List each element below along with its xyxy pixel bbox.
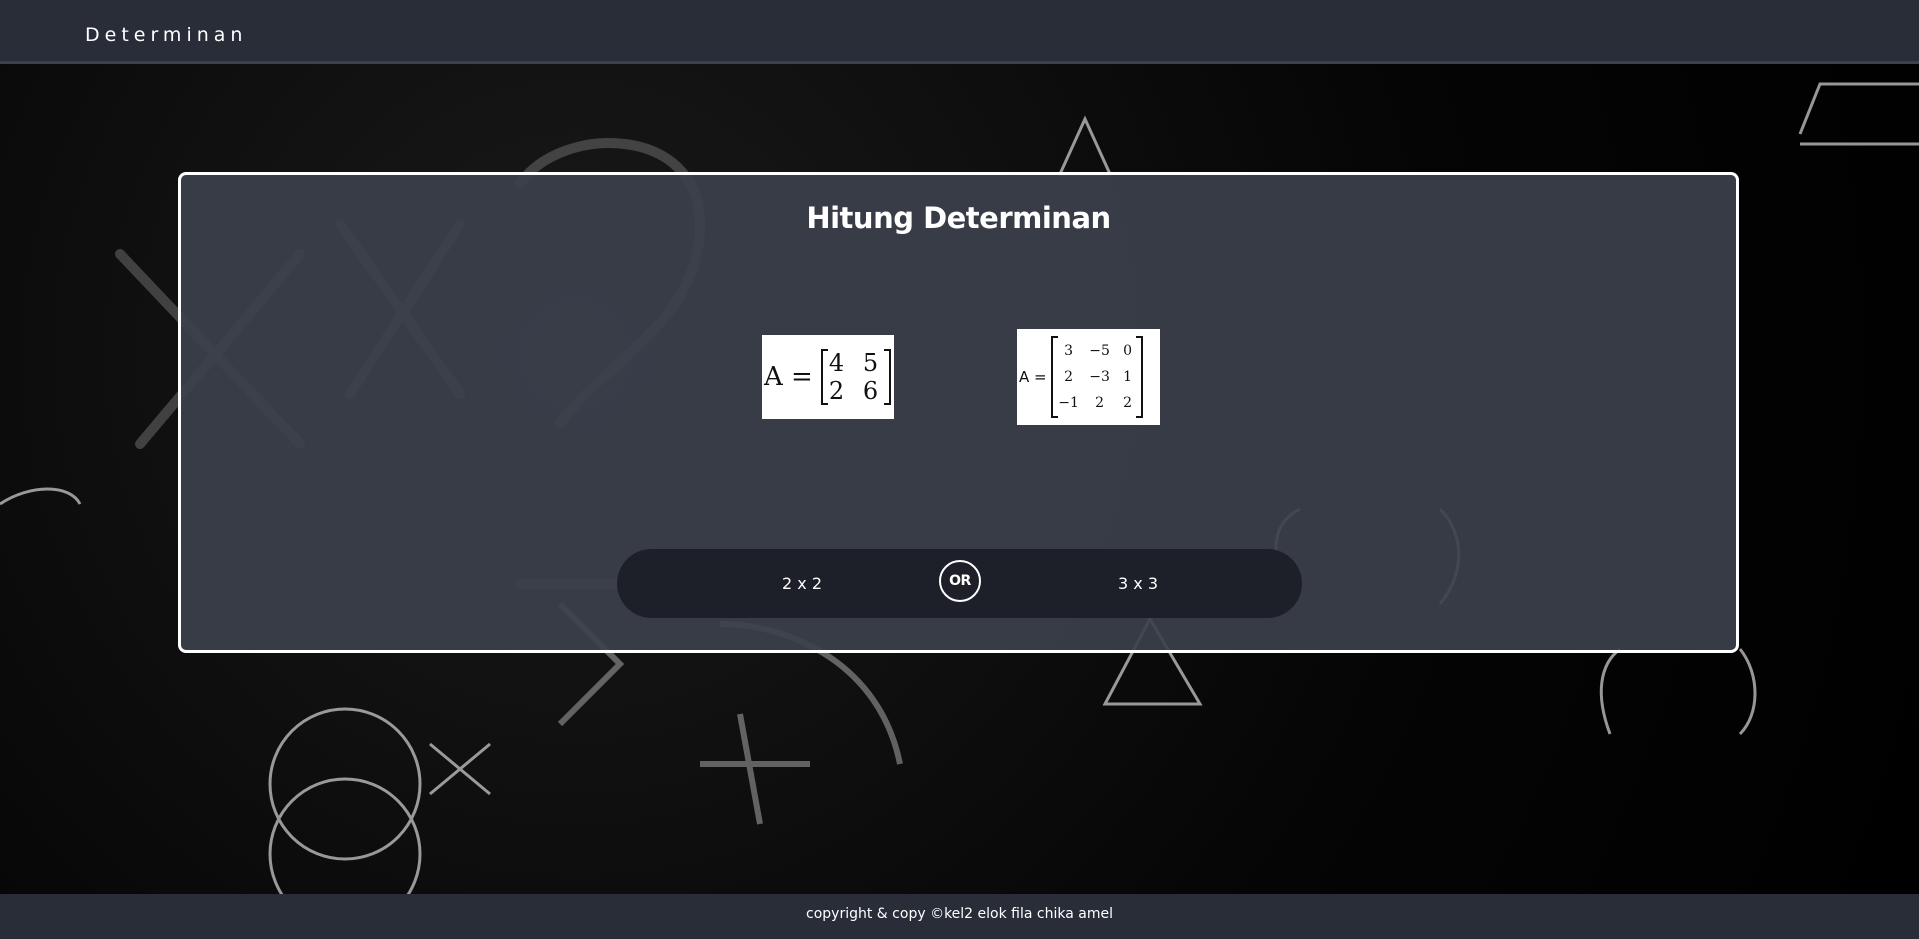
matrix-cell: 0: [1123, 343, 1133, 359]
matrix-cell: 4: [828, 349, 845, 377]
matrix-cell: 6: [862, 377, 879, 405]
matrix-cell: 2: [1064, 369, 1074, 385]
page-title: Hitung Determinan: [806, 201, 1111, 235]
matrix-cell: −5: [1089, 343, 1110, 359]
matrix-cell: 2: [1123, 395, 1133, 411]
top-navbar: Determinan: [0, 0, 1919, 64]
or-separator: OR: [939, 560, 981, 602]
matrix-cell: 2: [1095, 395, 1105, 411]
determinant-card: Hitung Determinan A = 4 5 2 6 A = 3 −5 0…: [178, 172, 1739, 653]
choose-2x2-button[interactable]: 2 x 2: [757, 549, 847, 618]
matrix-3x3-label: A =: [1019, 368, 1047, 386]
matrix-cell: −3: [1089, 369, 1110, 385]
matrix-3x3-grid: 3 −5 0 2 −3 1 −1 2 2: [1055, 338, 1139, 416]
matrix-3x3-example: A = 3 −5 0 2 −3 1 −1 2 2: [1017, 329, 1160, 425]
choose-3x3-button[interactable]: 3 x 3: [1093, 549, 1183, 618]
matrix-2x2-brackets: 4 5 2 6: [820, 349, 891, 405]
matrix-cell: 3: [1064, 343, 1074, 359]
brand-title[interactable]: Determinan: [85, 24, 247, 46]
matrix-cell: −1: [1058, 395, 1079, 411]
footer-copyright: copyright & copy ©kel2 elok fila chika a…: [0, 894, 1919, 939]
matrix-cell: 2: [828, 377, 845, 405]
matrix-2x2-grid: 4 5 2 6: [829, 349, 883, 405]
matrix-2x2-example: A = 4 5 2 6: [762, 335, 894, 419]
matrix-3x3-brackets: 3 −5 0 2 −3 1 −1 2 2: [1050, 336, 1143, 418]
matrix-2x2-label: A =: [764, 362, 813, 392]
matrix-cell: 1: [1123, 369, 1133, 385]
matrix-size-selector: 2 x 2 OR 3 x 3: [617, 549, 1302, 618]
matrix-cell: 5: [862, 349, 879, 377]
